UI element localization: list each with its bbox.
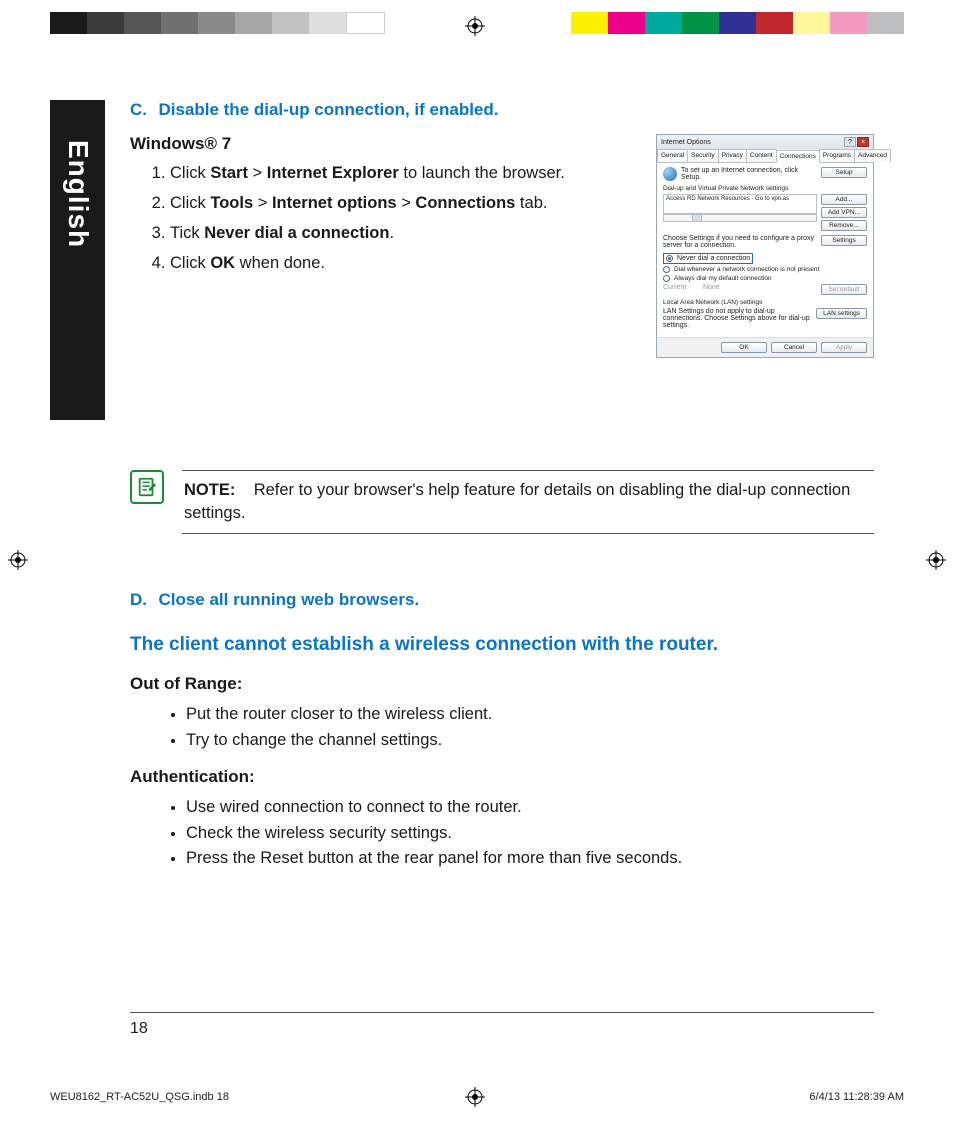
current-value: None: [703, 284, 817, 291]
list-item: Try to change the channel settings.: [186, 728, 874, 754]
radio-never-label: Never dial a connection: [677, 255, 750, 262]
radio-dial-whenever[interactable]: [663, 266, 670, 273]
step-item: Click OK when done.: [170, 252, 600, 276]
note-body: Refer to your browser's help feature for…: [184, 481, 850, 522]
cancel-button[interactable]: Cancel: [771, 342, 817, 353]
note-icon: [130, 470, 164, 504]
settings-button[interactable]: Settings: [821, 235, 867, 246]
internet-options-dialog: Internet Options ?× General Security Pri…: [656, 134, 874, 358]
tab-advanced[interactable]: Advanced: [854, 149, 891, 162]
never-dial-highlight: Never dial a connection: [663, 253, 753, 264]
close-icon[interactable]: ×: [857, 137, 869, 147]
list-item: Check the wireless security settings.: [186, 821, 874, 847]
globe-icon: [663, 167, 677, 181]
note-block: NOTE: Refer to your browser's help featu…: [130, 470, 874, 534]
dialog-tabs: General Security Privacy Content Connect…: [657, 149, 873, 163]
scrollbar[interactable]: [663, 214, 817, 222]
section-d-title: Close all running web browsers.: [158, 590, 419, 609]
proxy-text: Choose Settings if you need to configure…: [663, 235, 817, 249]
page-number: 18: [130, 1020, 148, 1038]
tab-programs[interactable]: Programs: [819, 149, 855, 162]
auth-heading: Authentication:: [130, 767, 874, 787]
out-of-range-heading: Out of Range:: [130, 674, 874, 694]
registration-mark-icon: [926, 550, 946, 570]
lan-settings-button[interactable]: LAN settings: [816, 308, 867, 319]
section-c-letter: C.: [130, 100, 154, 120]
set-default-button[interactable]: Set default: [821, 284, 867, 295]
apply-button[interactable]: Apply: [821, 342, 867, 353]
setup-text: To set up an Internet connection, click …: [681, 167, 817, 181]
note-text: NOTE: Refer to your browser's help featu…: [182, 470, 874, 534]
ok-button[interactable]: OK: [721, 342, 767, 353]
auth-list: Use wired connection to connect to the r…: [130, 795, 874, 872]
help-icon[interactable]: ?: [844, 137, 856, 147]
page-rule: [130, 1012, 874, 1013]
registration-mark-icon: [465, 16, 485, 36]
section-d-heading: D. Close all running web browsers.: [130, 590, 874, 610]
imprint-file: WEU8162_RT-AC52U_QSG.indb 18: [50, 1091, 229, 1103]
dialog-footer: OK Cancel Apply: [657, 337, 873, 357]
dialog-body: To set up an Internet connection, click …: [657, 163, 873, 337]
list-item: Use wired connection to connect to the r…: [186, 795, 874, 821]
imprint-footer: WEU8162_RT-AC52U_QSG.indb 18 6/4/13 11:2…: [50, 1091, 904, 1103]
setup-button[interactable]: Setup: [821, 167, 867, 178]
tab-connections[interactable]: Connections: [776, 150, 820, 163]
radio-always-label: Always dial my default connection: [674, 275, 772, 282]
step-item: Click Tools > Internet options > Connect…: [170, 192, 600, 216]
window-buttons: ?×: [843, 137, 869, 147]
tab-security[interactable]: Security: [687, 149, 718, 162]
tab-general[interactable]: General: [657, 149, 688, 162]
registration-mark-icon: [8, 550, 28, 570]
out-of-range-list: Put the router closer to the wireless cl…: [130, 702, 874, 753]
add-button[interactable]: Add...: [821, 194, 867, 205]
dialup-group-label: Dial-up and Virtual Private Network sett…: [663, 185, 867, 192]
radio-never-dial[interactable]: [666, 255, 673, 262]
lan-group-label: Local Area Network (LAN) settings: [663, 299, 867, 306]
tab-privacy[interactable]: Privacy: [718, 149, 747, 162]
current-label: Current: [663, 284, 699, 291]
dialog-titlebar: Internet Options ?×: [657, 135, 873, 149]
tab-content[interactable]: Content: [746, 149, 777, 162]
section-c-title: Disable the dial-up connection, if enabl…: [158, 100, 498, 119]
language-label: English: [62, 140, 94, 248]
step-item: Tick Never dial a connection.: [170, 222, 600, 246]
dialog-title: Internet Options: [661, 139, 711, 146]
troubleshoot-heading: The client cannot establish a wireless c…: [130, 634, 874, 656]
lower-content: D. Close all running web browsers. The c…: [130, 590, 874, 886]
steps-list: Click Start > Internet Explorer to launc…: [130, 162, 600, 276]
lan-text: LAN Settings do not apply to dial-up con…: [663, 308, 812, 329]
section-d-letter: D.: [130, 590, 154, 610]
remove-button[interactable]: Remove...: [821, 220, 867, 231]
section-c-heading: C. Disable the dial-up connection, if en…: [130, 100, 874, 120]
list-item: Press the Reset button at the rear panel…: [186, 846, 874, 872]
main-content: C. Disable the dial-up connection, if en…: [130, 100, 874, 282]
add-vpn-button[interactable]: Add VPN...: [821, 207, 867, 218]
imprint-datetime: 6/4/13 11:28:39 AM: [809, 1091, 904, 1103]
language-tab: English: [50, 100, 105, 420]
step-item: Click Start > Internet Explorer to launc…: [170, 162, 600, 186]
list-item: Put the router closer to the wireless cl…: [186, 702, 874, 728]
note-label: NOTE:: [184, 481, 235, 499]
connections-listbox[interactable]: Access RD Network Resources - Go to vpn.…: [663, 194, 817, 214]
radio-always-dial[interactable]: [663, 275, 670, 282]
radio-whenever-label: Dial whenever a network connection is no…: [674, 266, 819, 273]
